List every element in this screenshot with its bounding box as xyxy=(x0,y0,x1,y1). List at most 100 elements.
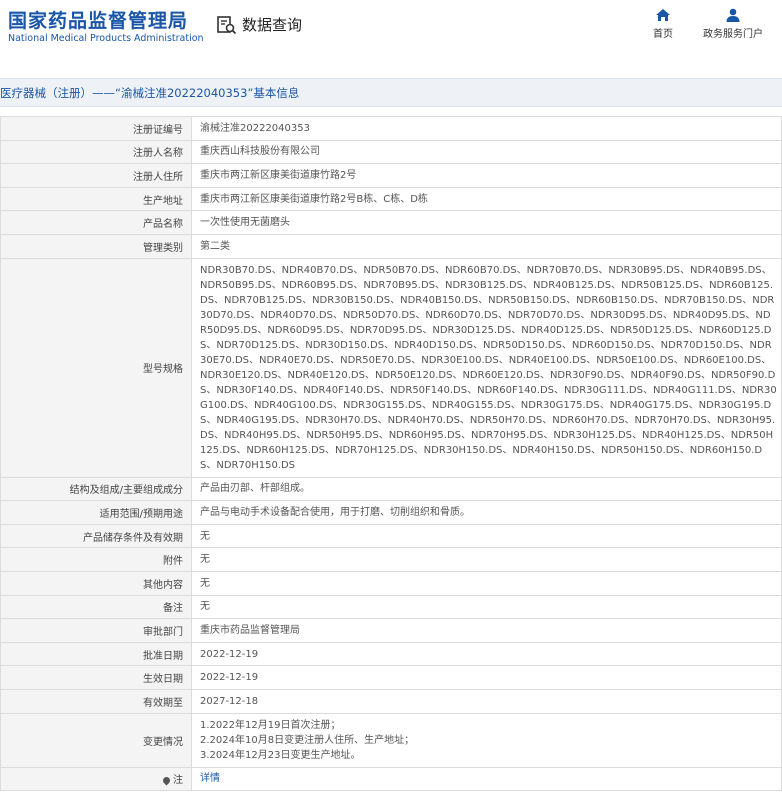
table-row: 注册人住所 重庆市两江新区康美街道康竹路2号 xyxy=(0,163,782,188)
field-label: 审批部门 xyxy=(0,618,192,643)
field-label-text: 注册证编号 xyxy=(133,124,183,136)
table-row: 有效期至 2027-12-18 xyxy=(0,688,782,714)
field-value-text: 无 xyxy=(200,601,210,613)
nav-gov-label: 政务服务门户 xyxy=(703,29,763,40)
field-label-text: 其他内容 xyxy=(143,579,183,591)
field-value-text: 重庆西山科技股份有限公司 xyxy=(200,146,320,158)
field-value-text: 重庆市药品监督管理局 xyxy=(200,624,300,636)
field-label: 生效日期 xyxy=(0,665,192,690)
document-search-icon xyxy=(217,15,237,34)
field-value: 一次性使用无菌磨头 xyxy=(191,210,782,235)
field-value: NDR30B70.DS、NDR40B70.DS、NDR50B70.DS、NDR6… xyxy=(191,257,782,478)
table-row: 型号规格 NDR30B70.DS、NDR40B70.DS、NDR50B70.DS、… xyxy=(0,257,782,478)
field-value-text: 无 xyxy=(200,554,210,566)
field-label: 型号规格 xyxy=(0,257,192,478)
field-label: 变更情况 xyxy=(0,712,192,768)
field-label-text: 附件 xyxy=(163,556,183,568)
table-row: 生产地址 重庆市两江新区康美街道康竹路2号B栋、C栋、D栋 xyxy=(0,186,782,212)
field-label: 产品名称 xyxy=(0,210,192,235)
field-value: 无 xyxy=(191,594,782,620)
table-row: 附件 无 xyxy=(0,547,782,572)
field-value: 重庆市两江新区康美街道康竹路2号B栋、C栋、D栋 xyxy=(191,186,782,212)
field-value-text: 一次性使用无菌磨头 xyxy=(200,217,290,229)
breadcrumb: 医疗器械（注册）——“渝械注准20222040353”基本信息 xyxy=(0,86,300,100)
field-value-text: 渝械注准20222040353 xyxy=(200,122,310,134)
field-label: 批准日期 xyxy=(0,641,192,667)
field-value: 重庆市药品监督管理局 xyxy=(191,618,782,643)
field-value-text: 第二类 xyxy=(200,240,230,252)
field-value: 无 xyxy=(191,523,782,549)
table-row: 审批部门 重庆市药品监督管理局 xyxy=(0,618,782,643)
field-value: 重庆市两江新区康美街道康竹路2号 xyxy=(191,163,782,188)
table-row: 批准日期 2022-12-19 xyxy=(0,641,782,667)
field-value-text: 2022-12-19 xyxy=(200,672,259,684)
field-label-text: 生产地址 xyxy=(143,195,183,207)
table-row: 备注 无 xyxy=(0,594,782,620)
nav-gov-portal-button[interactable]: 政务服务门户 xyxy=(698,8,768,40)
table-row: 产品储存条件及有效期 无 xyxy=(0,523,782,549)
table-row: 适用范围/预期用途 产品与电动手术设备配合使用，用于打磨、切削组织和骨质。 xyxy=(0,500,782,525)
field-label: 注 xyxy=(0,766,192,792)
user-icon xyxy=(726,8,740,22)
field-label-text: 注 xyxy=(173,775,183,787)
field-label: 管理类别 xyxy=(0,233,192,259)
field-value-text: 2022-12-19 xyxy=(200,648,259,660)
field-value-text: 重庆市两江新区康美街道康竹路2号B栋、C栋、D栋 xyxy=(200,193,428,205)
table-row: 产品名称 一次性使用无菌磨头 xyxy=(0,210,782,235)
registration-info-table: 注册证编号 渝械注准20222040353 注册人名称 重庆西山科技股份有限公司 注册人… xyxy=(0,116,782,792)
field-label: 注册人住所 xyxy=(0,163,192,188)
field-label: 附件 xyxy=(0,547,192,572)
site-header: 国家药品监督管理局 National Medical Products Admi… xyxy=(0,0,782,60)
field-label: 生产地址 xyxy=(0,186,192,212)
field-label-text: 结构及组成/主要组成成分 xyxy=(69,485,183,497)
field-label-text: 批准日期 xyxy=(143,650,183,662)
field-value-text: 1.2022年12月19日首次注册； 2.2024年10月8日变更注册人住所、生… xyxy=(200,719,415,761)
field-value-text: 无 xyxy=(200,577,210,589)
field-label: 注册人名称 xyxy=(0,139,192,165)
field-label-text: 审批部门 xyxy=(143,626,183,638)
field-label-text: 有效期至 xyxy=(143,697,183,709)
field-value: 第二类 xyxy=(191,233,782,259)
field-value: 渝械注准20222040353 xyxy=(191,116,782,141)
field-value: 重庆西山科技股份有限公司 xyxy=(191,139,782,165)
table-row: 注册证编号 渝械注准20222040353 xyxy=(0,116,782,141)
field-value-text: 无 xyxy=(200,530,210,542)
field-label-text: 注册人名称 xyxy=(133,148,183,160)
field-value: 无 xyxy=(191,547,782,572)
field-value: 2022-12-19 xyxy=(191,641,782,667)
data-query-label: 数据查询 xyxy=(242,16,303,34)
nav-home-label: 首页 xyxy=(653,29,673,40)
field-value: 详情 xyxy=(191,766,782,792)
table-row: 管理类别 第二类 xyxy=(0,233,782,259)
field-value-text: 重庆市两江新区康美街道康竹路2号 xyxy=(200,169,357,181)
home-icon xyxy=(656,9,670,21)
details-link[interactable]: 详情 xyxy=(200,773,220,784)
table-row: 其他内容 无 xyxy=(0,570,782,596)
location-pin-icon xyxy=(161,775,172,786)
field-label-text: 适用范围/预期用途 xyxy=(99,508,183,520)
table-row: 注册人名称 重庆西山科技股份有限公司 xyxy=(0,139,782,165)
field-label-text: 产品名称 xyxy=(143,219,183,231)
table-row: 生效日期 2022-12-19 xyxy=(0,665,782,690)
field-value: 2027-12-18 xyxy=(191,688,782,714)
field-label: 注册证编号 xyxy=(0,116,192,141)
field-label-text: 注册人住所 xyxy=(133,171,183,183)
table-row: 注 详情 xyxy=(0,766,782,792)
data-query-link[interactable]: 数据查询 xyxy=(216,14,302,35)
field-label: 结构及组成/主要组成成分 xyxy=(0,476,192,502)
field-label-text: 备注 xyxy=(163,603,183,615)
field-value-text: NDR30B70.DS、NDR40B70.DS、NDR50B70.DS、NDR6… xyxy=(200,264,777,471)
field-value-text: 产品与电动手术设备配合使用，用于打磨、切削组织和骨质。 xyxy=(200,506,470,518)
site-logo-subtitle: National Medical Products Administration xyxy=(8,33,204,44)
field-label: 适用范围/预期用途 xyxy=(0,500,192,525)
field-label: 有效期至 xyxy=(0,688,192,714)
breadcrumb-bar: 医疗器械（注册）——“渝械注准20222040353”基本信息 xyxy=(0,78,782,107)
field-label-text: 管理类别 xyxy=(143,242,183,254)
field-value: 产品与电动手术设备配合使用，用于打磨、切削组织和骨质。 xyxy=(191,500,782,525)
nav-home-button[interactable]: 首页 xyxy=(628,8,698,40)
field-value-text: 产品由刃部、杆部组成。 xyxy=(200,483,310,495)
site-logo-title[interactable]: 国家药品监督管理局 xyxy=(8,6,188,33)
field-value: 2022-12-19 xyxy=(191,665,782,690)
field-label-text: 产品储存条件及有效期 xyxy=(83,532,183,544)
field-value: 产品由刃部、杆部组成。 xyxy=(191,476,782,502)
